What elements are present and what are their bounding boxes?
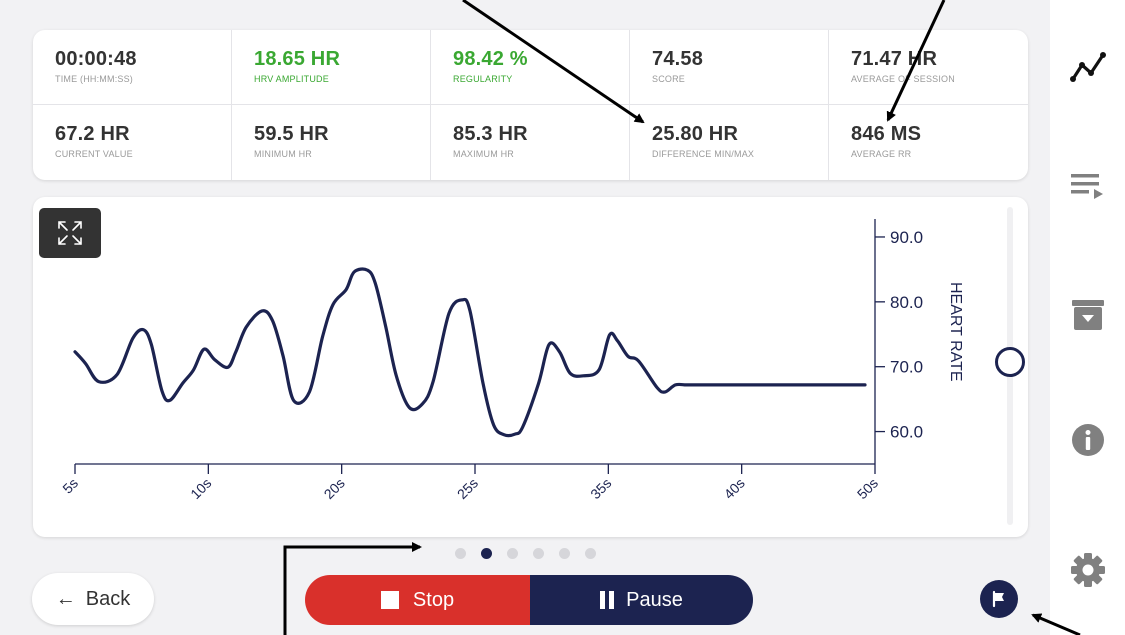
heart-rate-series-line — [73, 267, 867, 438]
stat-label: HRV AMPLITUDE — [254, 74, 329, 84]
stat-average-rr: 846 MS AVERAGE RR — [829, 105, 1028, 180]
gear-icon — [1070, 553, 1105, 587]
page-indicator — [455, 548, 596, 559]
heart-rate-chart-card: 90.0 80.0 70.0 60.0 HEART RATE 5s 10s 20s 25s 35s… — [33, 197, 1028, 537]
stat-average-session: 71.47 HR AVERAGE OF SESSION — [829, 30, 1028, 105]
expand-button[interactable] — [39, 208, 101, 258]
pause-icon — [600, 591, 615, 609]
zoom-slider-handle[interactable] — [995, 347, 1025, 377]
stat-label: MINIMUM HR — [254, 149, 312, 159]
stop-button-label: Stop — [412, 588, 455, 611]
flag-icon — [992, 590, 1004, 608]
stat-label: AVERAGE RR — [851, 149, 912, 159]
stat-value: 85.3 HR — [453, 123, 528, 145]
x-tick-label: 50s — [854, 475, 881, 502]
x-tick-label: 35s — [587, 475, 614, 502]
page-dot[interactable] — [455, 548, 466, 559]
page-dot[interactable] — [507, 548, 518, 559]
heart-rate-chart: 90.0 80.0 70.0 60.0 HEART RATE 5s 10s 20s 25s 35s… — [59, 219, 964, 502]
stat-label: REGULARITY — [453, 74, 513, 84]
x-tick-label: 20s — [321, 475, 348, 502]
stat-difference-min-max: 25.80 HR DIFFERENCE MIN/MAX — [630, 105, 829, 180]
session-screen: 00:00:48 TIME (HH:MM:SS) 18.65 HR HRV AM… — [0, 0, 1050, 635]
stat-value: 00:00:48 — [55, 48, 137, 70]
page-dot[interactable] — [481, 548, 492, 559]
page-dot[interactable] — [533, 548, 544, 559]
back-button-label: Back — [85, 587, 131, 610]
sidebar — [1050, 0, 1125, 635]
session-controls: Stop Pause — [305, 575, 753, 625]
playlist-icon — [1070, 174, 1103, 199]
stop-button[interactable]: Stop — [305, 575, 530, 625]
back-button[interactable]: ← Back — [32, 573, 154, 625]
pause-button-label: Pause — [626, 588, 683, 611]
x-tick-label: 25s — [454, 475, 481, 502]
archive-download-icon — [1071, 300, 1104, 330]
stat-value: 71.47 HR — [851, 48, 938, 70]
stats-panel: 00:00:48 TIME (HH:MM:SS) 18.65 HR HRV AM… — [33, 30, 1028, 180]
expand-icon — [58, 221, 82, 245]
y-tick-label: 70.0 — [890, 358, 923, 377]
stop-icon — [380, 591, 399, 609]
page-dot[interactable] — [585, 548, 596, 559]
stat-value: 59.5 HR — [254, 123, 329, 145]
sidebar-item-chart[interactable] — [1050, 37, 1125, 97]
stat-label: AVERAGE OF SESSION — [851, 74, 955, 84]
stat-value: 18.65 HR — [254, 48, 341, 70]
sidebar-item-playlist[interactable] — [1050, 155, 1125, 215]
stat-value: 67.2 HR — [55, 123, 130, 145]
stat-score: 74.58 SCORE — [630, 30, 829, 105]
y-tick-label: 80.0 — [890, 293, 923, 312]
sidebar-item-archive[interactable] — [1050, 285, 1125, 345]
stat-value: 846 MS — [851, 123, 922, 145]
y-tick-label: 60.0 — [890, 423, 923, 442]
y-tick-label: 90.0 — [890, 228, 923, 247]
chart-line-icon — [1069, 52, 1106, 82]
stat-label: TIME (HH:MM:SS) — [55, 74, 133, 84]
pause-button[interactable]: Pause — [530, 575, 753, 625]
page-dot[interactable] — [559, 548, 570, 559]
x-tick-label: 5s — [59, 475, 81, 497]
stat-value: 74.58 — [652, 48, 704, 70]
y-axis-label: HEART RATE — [947, 282, 964, 382]
stat-value: 25.80 HR — [652, 123, 739, 145]
stat-label: CURRENT VALUE — [55, 149, 133, 159]
stat-label: DIFFERENCE MIN/MAX — [652, 149, 755, 159]
stat-regularity: 98.42 % REGULARITY — [431, 30, 630, 105]
stat-hrv-amplitude: 18.65 HR HRV AMPLITUDE — [232, 30, 431, 105]
arrow-left-icon: ← — [55, 587, 76, 610]
stat-current-value: 67.2 HR CURRENT VALUE — [33, 105, 232, 180]
flag-button[interactable] — [980, 580, 1018, 618]
x-tick-label: 40s — [721, 475, 748, 502]
stat-label: SCORE — [652, 74, 686, 84]
x-tick-label: 10s — [187, 475, 214, 502]
sidebar-item-settings[interactable] — [1050, 540, 1125, 600]
info-icon — [1071, 424, 1104, 456]
stat-time: 00:00:48 TIME (HH:MM:SS) — [33, 30, 232, 105]
stat-maximum-hr: 85.3 HR MAXIMUM HR — [431, 105, 630, 180]
sidebar-item-info[interactable] — [1050, 410, 1125, 470]
stat-label: MAXIMUM HR — [453, 149, 514, 159]
stat-value: 98.42 % — [453, 48, 528, 70]
stat-minimum-hr: 59.5 HR MINIMUM HR — [232, 105, 431, 180]
